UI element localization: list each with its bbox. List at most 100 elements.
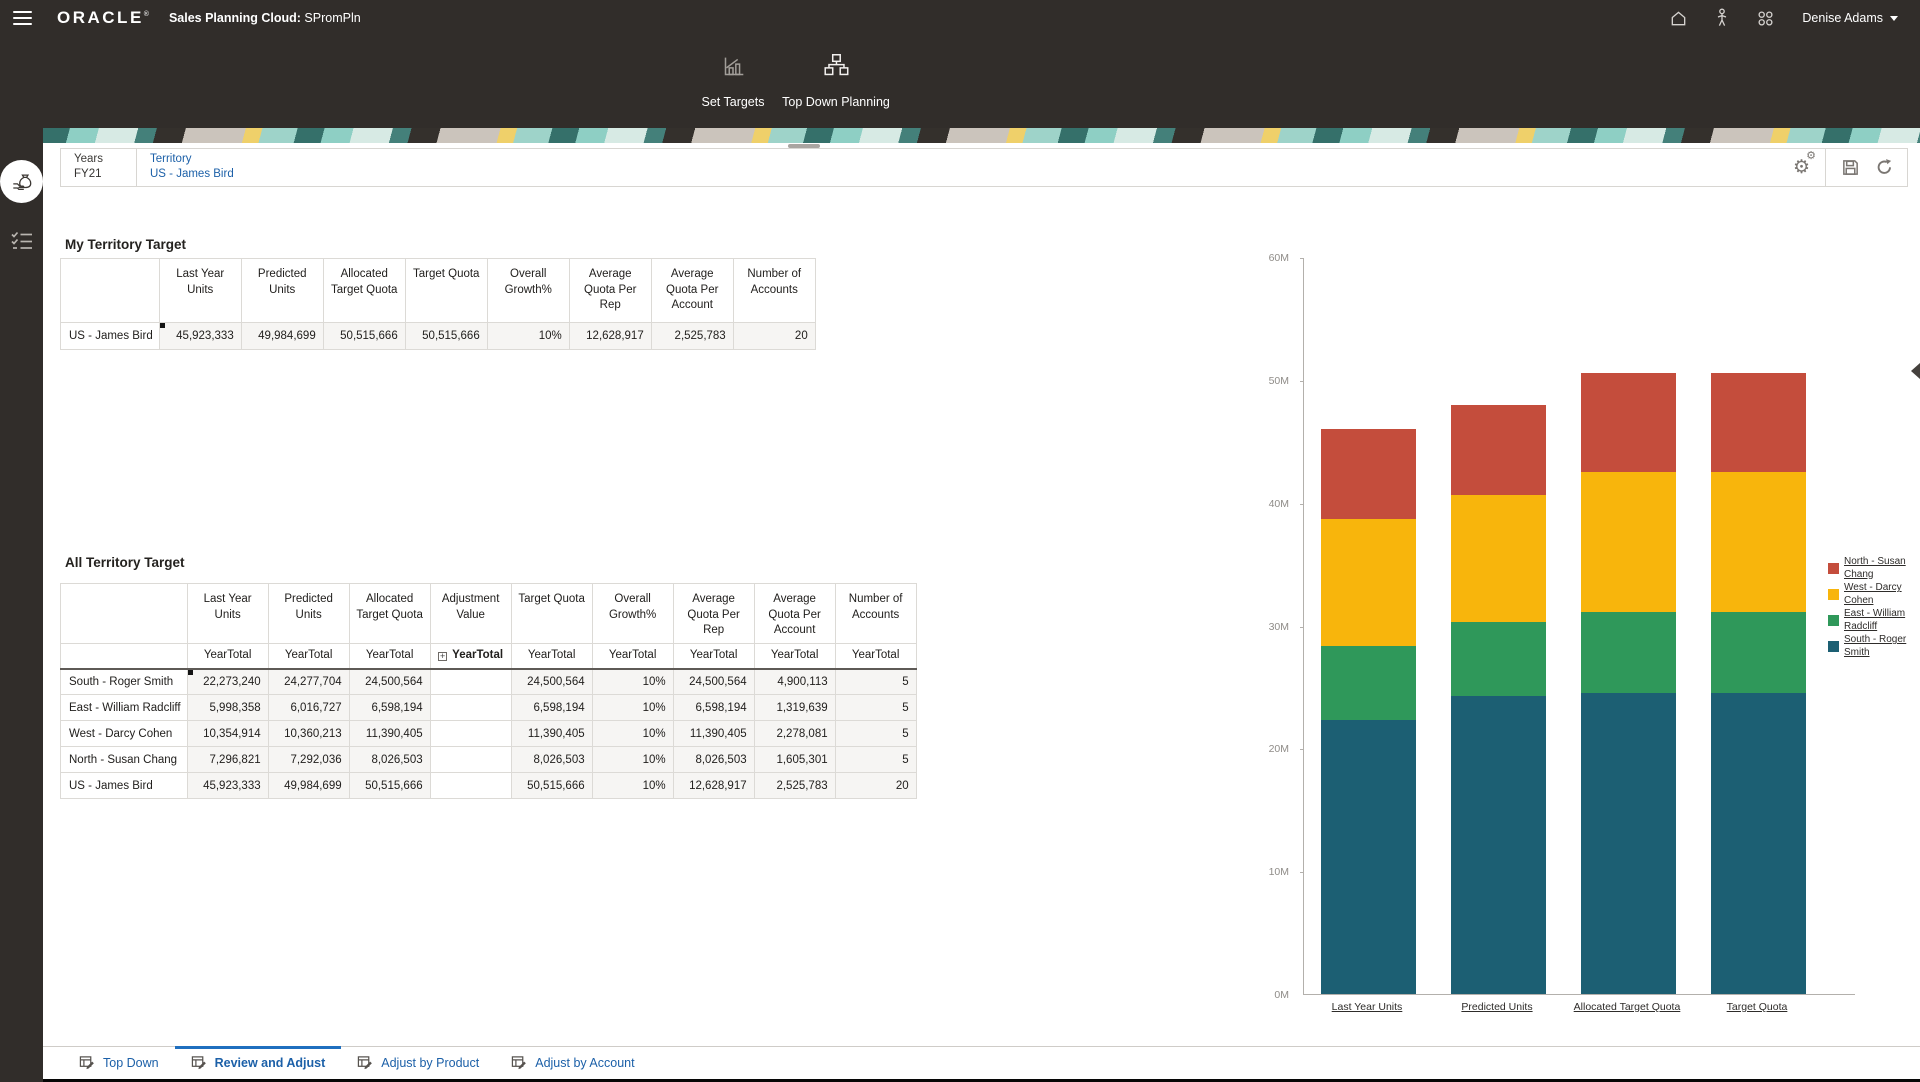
column-header[interactable]: Predicted Units	[268, 584, 349, 644]
cell[interactable]: 10%	[592, 773, 673, 799]
cell[interactable]: 10%	[592, 669, 673, 695]
cell[interactable]: 24,500,564	[511, 669, 592, 695]
cell[interactable]: 45,923,333	[187, 773, 268, 799]
cell[interactable]: 24,277,704	[268, 669, 349, 695]
cell[interactable]: 5	[835, 747, 916, 773]
bar-segment-north-susan-chang[interactable]	[1321, 429, 1416, 519]
bar-segment-south-roger-smith[interactable]	[1711, 693, 1806, 994]
quota-icon[interactable]	[1, 161, 42, 202]
bar-segment-west-darcy-cohen[interactable]	[1711, 472, 1806, 612]
pov-territory-label[interactable]: Territory	[150, 153, 1793, 165]
cell[interactable]: 20	[835, 773, 916, 799]
cell[interactable]: 22,273,240	[187, 669, 268, 695]
cell[interactable]: 10%	[487, 323, 569, 350]
cell[interactable]: 2,278,081	[754, 721, 835, 747]
tab-review-and-adjust[interactable]: Review and Adjust	[175, 1047, 342, 1079]
column-header[interactable]: Overall Growth%	[487, 259, 569, 323]
cell[interactable]: 10%	[592, 695, 673, 721]
pov-years-value[interactable]: FY21	[74, 168, 136, 180]
cell[interactable]: 5	[835, 721, 916, 747]
bar-segment-north-susan-chang[interactable]	[1451, 405, 1546, 495]
bar-segment-south-roger-smith[interactable]	[1321, 720, 1416, 994]
cell[interactable]: 45,923,333	[159, 323, 241, 350]
bar-segment-south-roger-smith[interactable]	[1581, 693, 1676, 994]
column-header[interactable]: Allocated Target Quota	[349, 584, 430, 644]
bar-segment-east-william-radcliff[interactable]	[1581, 612, 1676, 693]
x-axis-label[interactable]: Predicted Units	[1422, 1001, 1572, 1013]
cell[interactable]: 11,390,405	[511, 721, 592, 747]
cell[interactable]: 7,292,036	[268, 747, 349, 773]
row-label[interactable]: US - James Bird	[61, 773, 188, 799]
cell[interactable]: 7,296,821	[187, 747, 268, 773]
cell[interactable]: 1,605,301	[754, 747, 835, 773]
cell[interactable]	[430, 721, 511, 747]
cell[interactable]: 4,900,113	[754, 669, 835, 695]
column-header[interactable]: Average Quota Per Rep	[569, 259, 651, 323]
tab-adjust-by-product[interactable]: Adjust by Product	[341, 1047, 495, 1079]
cell[interactable]	[430, 669, 511, 695]
cell[interactable]: 10,360,213	[268, 721, 349, 747]
home-icon[interactable]	[1669, 9, 1688, 28]
menu-icon[interactable]	[13, 7, 33, 28]
cell[interactable]: 6,598,194	[511, 695, 592, 721]
legend-label[interactable]: West - Darcy Cohen	[1844, 582, 1914, 607]
bar-segment-west-darcy-cohen[interactable]	[1581, 472, 1676, 612]
cell[interactable]: 50,515,666	[349, 773, 430, 799]
stacked-bar[interactable]	[1451, 405, 1546, 994]
column-header[interactable]: Number of Accounts	[733, 259, 815, 323]
cell[interactable]: 24,500,564	[349, 669, 430, 695]
expand-icon[interactable]: +	[438, 652, 447, 661]
stacked-bar[interactable]	[1711, 373, 1806, 994]
column-header[interactable]: Last Year Units	[187, 584, 268, 644]
column-header[interactable]: Number of Accounts	[835, 584, 916, 644]
cell[interactable]: 6,598,194	[673, 695, 754, 721]
cell[interactable]: 10%	[592, 747, 673, 773]
bar-segment-north-susan-chang[interactable]	[1711, 373, 1806, 472]
cell[interactable]: 24,500,564	[673, 669, 754, 695]
column-header[interactable]: Average Quota Per Account	[651, 259, 733, 323]
row-label[interactable]: East - William Radcliff	[61, 695, 188, 721]
cell[interactable]: 49,984,699	[268, 773, 349, 799]
tasklist-icon[interactable]	[10, 230, 34, 255]
refresh-icon[interactable]	[1875, 158, 1894, 177]
cell[interactable]: 5	[835, 669, 916, 695]
cell[interactable]: 8,026,503	[349, 747, 430, 773]
nav-item-top-down-planning[interactable]: Top Down Planning	[778, 51, 894, 109]
cell[interactable]: 2,525,783	[651, 323, 733, 350]
bar-segment-west-darcy-cohen[interactable]	[1451, 495, 1546, 622]
column-header[interactable]: Adjustment Value	[430, 584, 511, 644]
cell[interactable]: 50,515,666	[405, 323, 487, 350]
save-icon[interactable]	[1841, 158, 1860, 177]
row-label[interactable]: North - Susan Chang	[61, 747, 188, 773]
cell[interactable]: 1,319,639	[754, 695, 835, 721]
legend-label[interactable]: North - Susan Chang	[1844, 556, 1914, 581]
x-axis-label[interactable]: Allocated Target Quota	[1552, 1001, 1702, 1013]
stacked-bar[interactable]	[1321, 429, 1416, 994]
bar-segment-east-william-radcliff[interactable]	[1321, 646, 1416, 720]
column-header[interactable]: Overall Growth%	[592, 584, 673, 644]
user-menu[interactable]: Denise Adams	[1802, 11, 1898, 25]
bar-segment-east-william-radcliff[interactable]	[1451, 622, 1546, 696]
cell[interactable]: 12,628,917	[673, 773, 754, 799]
cell[interactable]: 5	[835, 695, 916, 721]
column-header[interactable]: Allocated Target Quota	[323, 259, 405, 323]
cell[interactable]: 10%	[592, 721, 673, 747]
bar-segment-east-william-radcliff[interactable]	[1711, 612, 1806, 693]
cell[interactable]: 6,598,194	[349, 695, 430, 721]
pov-territory-value[interactable]: US - James Bird	[150, 168, 1793, 180]
bar-segment-south-roger-smith[interactable]	[1451, 696, 1546, 994]
tab-adjust-by-account[interactable]: Adjust by Account	[495, 1047, 650, 1079]
cell[interactable]: 8,026,503	[673, 747, 754, 773]
x-axis-label[interactable]: Target Quota	[1682, 1001, 1832, 1013]
x-axis-label[interactable]: Last Year Units	[1292, 1001, 1442, 1013]
cell[interactable]: 2,525,783	[754, 773, 835, 799]
tab-top-down[interactable]: Top Down	[63, 1047, 175, 1079]
column-header[interactable]: Predicted Units	[241, 259, 323, 323]
bar-segment-north-susan-chang[interactable]	[1581, 373, 1676, 472]
row-label[interactable]: US - James Bird	[61, 323, 160, 350]
person-icon[interactable]	[1715, 8, 1729, 28]
cell[interactable]: 11,390,405	[349, 721, 430, 747]
cell[interactable]: 8,026,503	[511, 747, 592, 773]
cell[interactable]: 5,998,358	[187, 695, 268, 721]
cell[interactable]: 12,628,917	[569, 323, 651, 350]
